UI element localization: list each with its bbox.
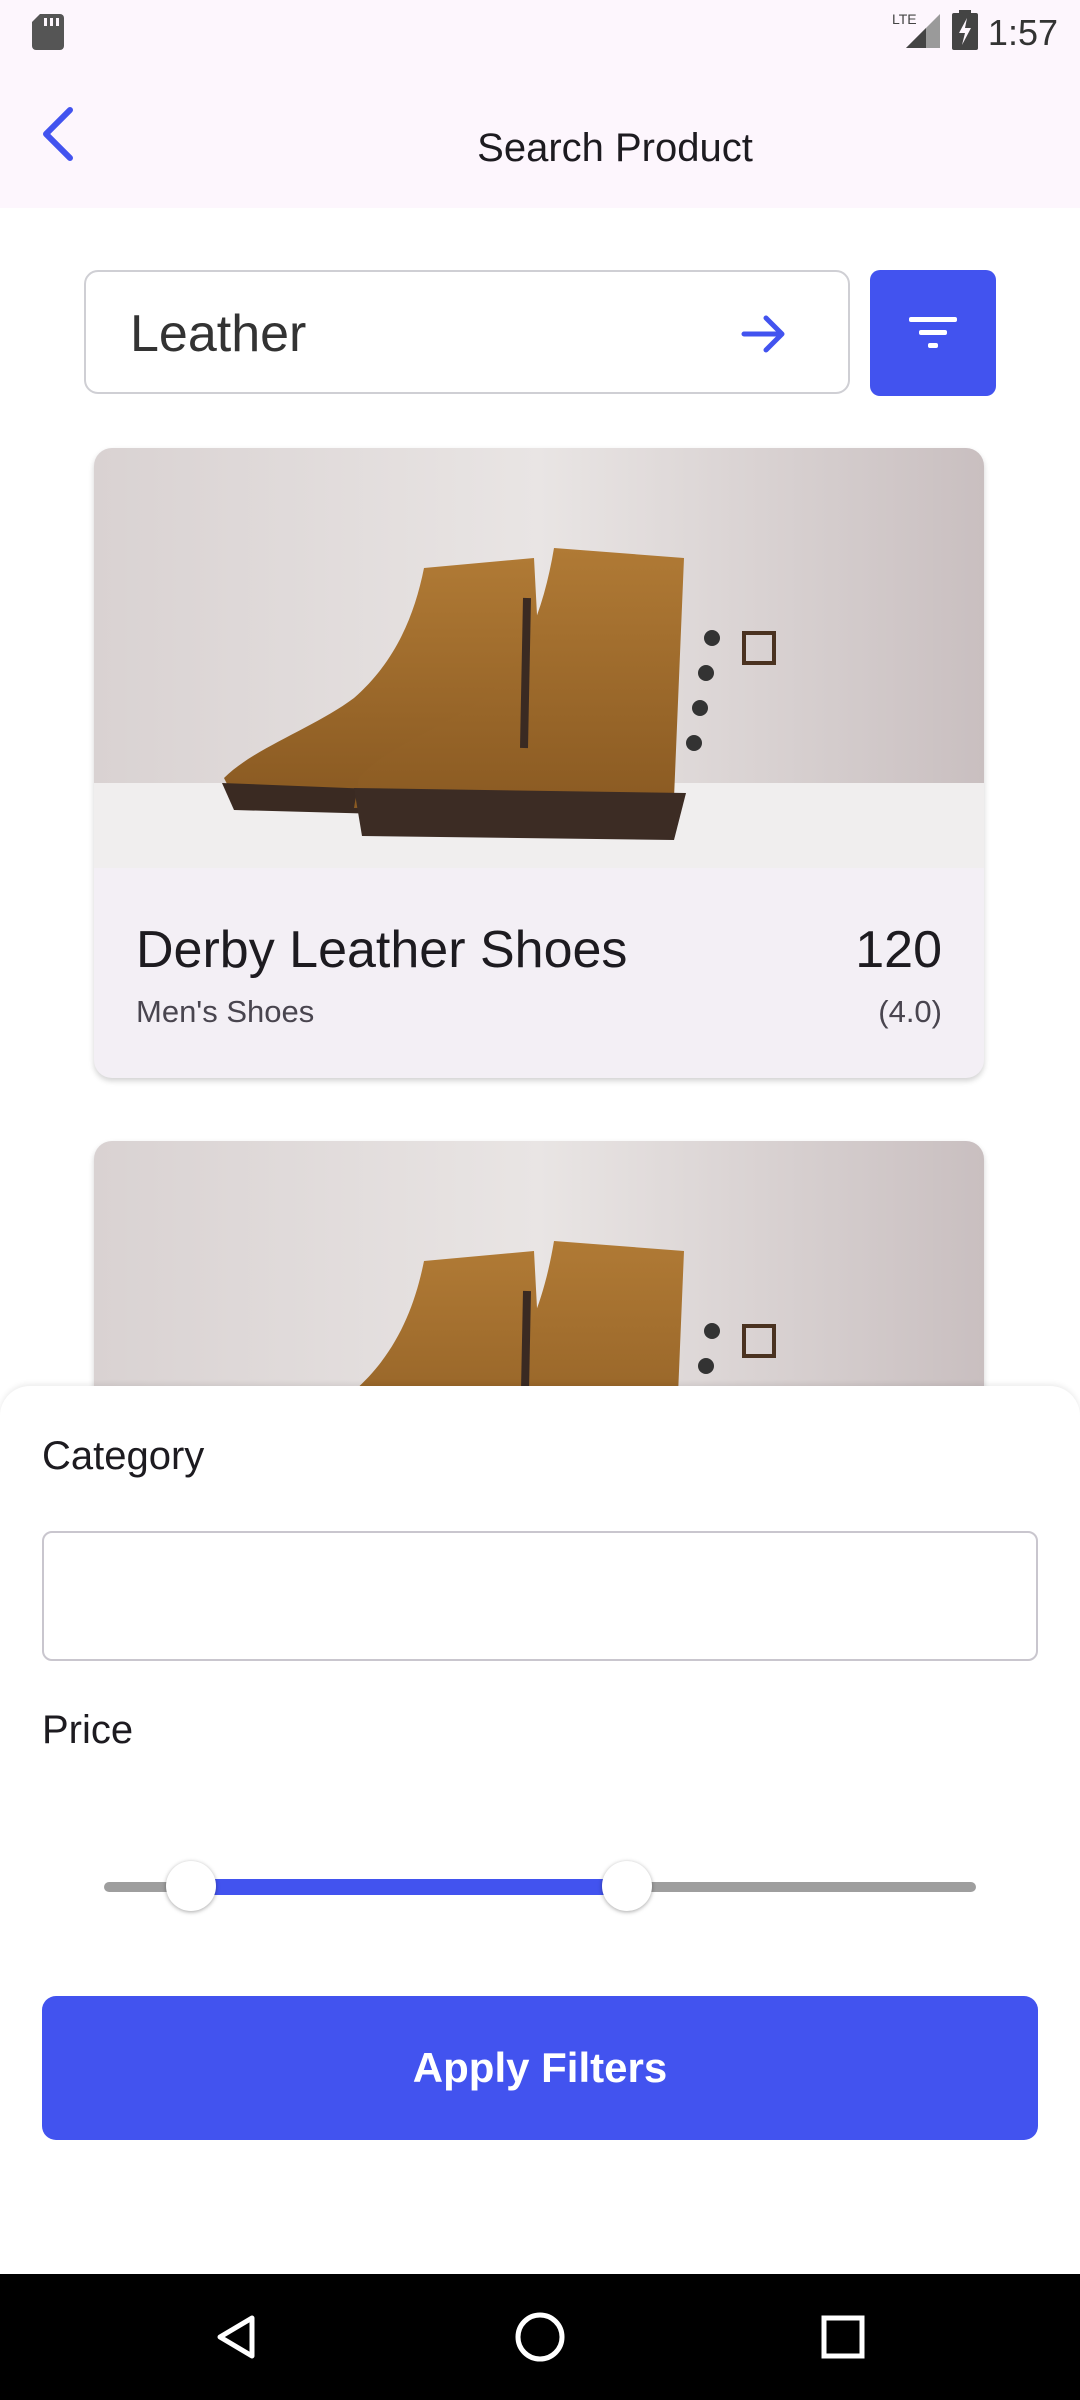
product-card[interactable]: Derby Leather Shoes 120 Men's Shoes (4.0… — [94, 448, 984, 1078]
lte-signal-icon: LTE — [892, 10, 942, 55]
app-bar: Search Product — [0, 64, 1080, 208]
product-info: Derby Leather Shoes 120 Men's Shoes (4.0… — [94, 868, 984, 1078]
system-navigation-bar — [0, 2274, 1080, 2400]
price-label: Price — [42, 1708, 134, 1752]
slider-active-range — [191, 1879, 628, 1895]
product-rating: (4.0) — [878, 994, 942, 1029]
nav-home-button[interactable] — [505, 2302, 575, 2372]
status-bar: LTE 1:57 — [0, 0, 1080, 64]
apply-filters-button[interactable]: Apply Filters — [42, 1996, 1038, 2140]
slider-thumb-min[interactable] — [166, 1861, 217, 1911]
search-input[interactable]: Leather — [84, 270, 850, 394]
filter-bottom-sheet: Category Price Apply Filters — [0, 1386, 1080, 2274]
category-input[interactable] — [42, 1531, 1038, 1661]
sd-card-icon — [32, 14, 64, 55]
battery-charging-icon — [951, 10, 978, 55]
filter-button[interactable] — [870, 270, 996, 396]
nav-recents-button[interactable] — [808, 2302, 878, 2372]
price-range-slider[interactable] — [104, 1856, 976, 1916]
search-input-value: Leather — [130, 305, 307, 363]
product-category: Men's Shoes — [136, 994, 315, 1029]
triangle-back-icon — [217, 2315, 255, 2359]
filter-icon — [909, 317, 957, 348]
square-recents-icon — [821, 2315, 865, 2359]
product-name: Derby Leather Shoes — [136, 921, 628, 979]
product-image — [94, 448, 984, 868]
product-price: 120 — [855, 921, 942, 979]
nav-back-button[interactable] — [202, 2302, 272, 2372]
lte-label: LTE — [892, 11, 917, 27]
page-title: Search Product — [477, 126, 753, 170]
circle-home-icon — [515, 2312, 565, 2362]
slider-thumb-max[interactable] — [602, 1861, 653, 1911]
arrow-right-icon[interactable] — [738, 308, 790, 360]
clock: 1:57 — [987, 11, 1058, 53]
category-label: Category — [42, 1434, 205, 1478]
